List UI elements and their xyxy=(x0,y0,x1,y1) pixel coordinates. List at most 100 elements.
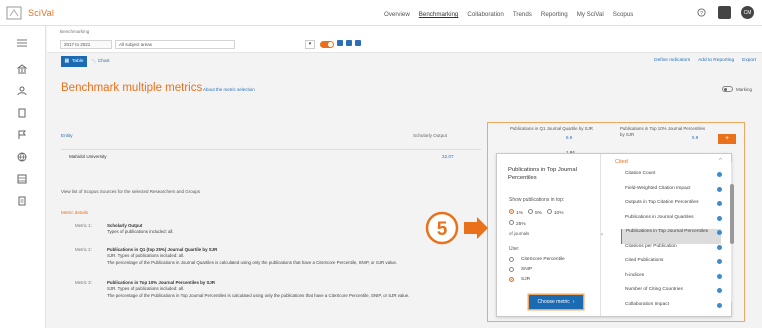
list-item[interactable]: Number of Citing Countries xyxy=(621,287,722,302)
radio[interactable] xyxy=(509,257,514,262)
tab-chart[interactable]: 〽 Chart xyxy=(91,56,117,67)
nav-collaboration[interactable]: Collaboration xyxy=(467,11,503,18)
radio[interactable] xyxy=(509,267,514,272)
metric-item-label: Publications in Journal Quartiles xyxy=(625,214,694,220)
collapse-menu-icon[interactable] xyxy=(15,36,29,50)
option-icon-2[interactable] xyxy=(346,40,352,46)
nav-trends[interactable]: Trends xyxy=(513,11,532,18)
metric-label: Metric 2: xyxy=(75,247,92,252)
flag-icon[interactable] xyxy=(15,128,29,142)
option-label: SJR xyxy=(521,277,531,282)
step-number: 5 xyxy=(437,219,448,240)
help-icon[interactable]: ? xyxy=(695,6,708,19)
option-1pct[interactable]: 1% xyxy=(509,209,523,216)
info-icon[interactable] xyxy=(717,172,722,177)
list-item[interactable]: Outputs in Top Citation Percentiles xyxy=(621,200,722,215)
subject-filter-select[interactable]: All subject areas xyxy=(115,40,235,49)
q1-column-header[interactable]: Publications in Q1 Journal Quartile by S… xyxy=(510,126,600,132)
scholarly-output-value: 22.07 xyxy=(442,154,454,159)
table-row: Mahidol University 22.07 xyxy=(61,149,481,159)
marking-switch[interactable] xyxy=(721,86,733,92)
radio[interactable] xyxy=(527,209,533,214)
year-range-select[interactable]: 2017 to 2021 xyxy=(60,40,112,49)
metric-details-toggle[interactable]: Metric details xyxy=(61,210,88,215)
list-item[interactable]: Field-Weighted Citation Impact xyxy=(621,185,722,201)
scholarly-output-header[interactable]: Scholarly Output xyxy=(413,133,447,138)
metric-item-label: Field-Weighted Citation Impact xyxy=(625,185,691,191)
choose-metric-button[interactable]: Choose metric › xyxy=(529,295,583,309)
add-metric-button[interactable]: + xyxy=(718,134,736,144)
info-icon[interactable] xyxy=(717,186,722,192)
tab-table-label: Table xyxy=(72,59,84,64)
list-item[interactable]: Cited Publications xyxy=(621,258,722,273)
radio-on[interactable] xyxy=(509,277,514,282)
researcher-icon[interactable] xyxy=(15,84,29,98)
radio-on[interactable] xyxy=(509,209,514,214)
about-metric-link[interactable]: About the metric selection xyxy=(203,87,255,92)
marking-toggle[interactable]: Marking xyxy=(721,86,752,92)
metric-line: Types of publications included: all. xyxy=(107,229,174,235)
list-item[interactable]: Citation Count xyxy=(621,171,722,186)
percentile-options-2: 25% xyxy=(509,220,526,227)
scopus-sources-link[interactable]: View list of Scopus Sources for the sele… xyxy=(61,189,200,194)
nav-my-scival[interactable]: My SciVal xyxy=(577,11,604,18)
scrollbar-thumb[interactable] xyxy=(730,184,734,244)
metric-list-pane: Cited ^ Citation Count Field-Weighted Ci… xyxy=(607,154,732,316)
info-icon[interactable] xyxy=(717,244,722,250)
metric-group-header[interactable]: Cited xyxy=(615,159,628,165)
option-10pct[interactable]: 10% xyxy=(546,209,564,216)
list-item[interactable]: h-indices xyxy=(621,273,722,288)
radio[interactable] xyxy=(509,220,514,225)
info-icon[interactable] xyxy=(717,273,722,279)
publication-set-icon[interactable] xyxy=(15,106,29,120)
choose-metric-label: Choose metric xyxy=(537,299,570,305)
option-icon-1[interactable] xyxy=(337,40,343,46)
metric-line: The percentage of the Publications in Jo… xyxy=(107,259,398,265)
use-option-citescore[interactable]: CiteScore Percentile xyxy=(509,257,565,262)
add-to-reporting-link[interactable]: Add to Reporting xyxy=(698,58,734,63)
globe-icon[interactable] xyxy=(15,150,29,164)
chevron-left-icon[interactable]: ‹ xyxy=(601,232,603,238)
info-icon[interactable] xyxy=(717,302,722,308)
define-indicators-link[interactable]: Define Indicators xyxy=(654,58,690,63)
radio[interactable] xyxy=(546,209,552,214)
list-item[interactable]: Publications in Journal Quartiles xyxy=(621,214,722,230)
chart-icon: 〽 xyxy=(91,60,96,65)
nav-overview[interactable]: Overview xyxy=(384,11,410,18)
metric-label: Metric 1: xyxy=(75,223,92,228)
tab-table[interactable]: ▦ Table xyxy=(61,56,87,67)
info-icon[interactable] xyxy=(717,288,722,293)
nav-reporting[interactable]: Reporting xyxy=(541,11,568,18)
nav-scopus[interactable]: Scopus xyxy=(613,11,634,18)
export-link[interactable]: Export xyxy=(742,58,756,63)
info-icon[interactable] xyxy=(717,215,722,221)
entity-column-header[interactable]: Entity xyxy=(61,133,73,138)
selection-bar: Benchmarking 2017 to 2021 All subject ar… xyxy=(47,26,762,53)
use-option-snip[interactable]: SNIP xyxy=(509,267,532,272)
top-icons: ? CM xyxy=(695,6,754,19)
chevron-down-icon[interactable]: ▾ xyxy=(305,40,315,49)
breadcrumb: Benchmarking xyxy=(60,29,90,34)
option-label: 10% xyxy=(553,211,564,216)
use-option-sjr[interactable]: SJR xyxy=(509,277,530,282)
chevron-up-icon[interactable]: ^ xyxy=(719,158,722,164)
document-icon[interactable] xyxy=(15,194,29,208)
list-item[interactable]: Collaboration Impact xyxy=(621,302,722,317)
info-icon[interactable] xyxy=(717,259,722,264)
institution-icon[interactable] xyxy=(718,6,731,19)
option-icon-3[interactable] xyxy=(355,40,361,46)
grid-icon[interactable] xyxy=(15,172,29,186)
toggle-switch[interactable] xyxy=(320,41,334,48)
avatar[interactable]: CM xyxy=(741,6,754,19)
institution-nav-icon[interactable] xyxy=(15,62,29,76)
app-logo-text[interactable]: SciVal xyxy=(28,8,54,18)
arrow-right-icon xyxy=(464,217,488,239)
list-item[interactable]: Citations per Publication xyxy=(621,244,722,259)
nav-benchmarking[interactable]: Benchmarking xyxy=(419,11,459,18)
option-5pct[interactable]: 5% xyxy=(527,209,542,216)
list-item-selected[interactable]: Publications in Top Journal Percentiles xyxy=(621,229,722,244)
info-icon[interactable] xyxy=(717,201,722,206)
entity-name[interactable]: Mahidol University xyxy=(61,154,107,159)
info-icon[interactable] xyxy=(717,230,722,235)
option-25pct[interactable]: 25% xyxy=(509,220,526,227)
